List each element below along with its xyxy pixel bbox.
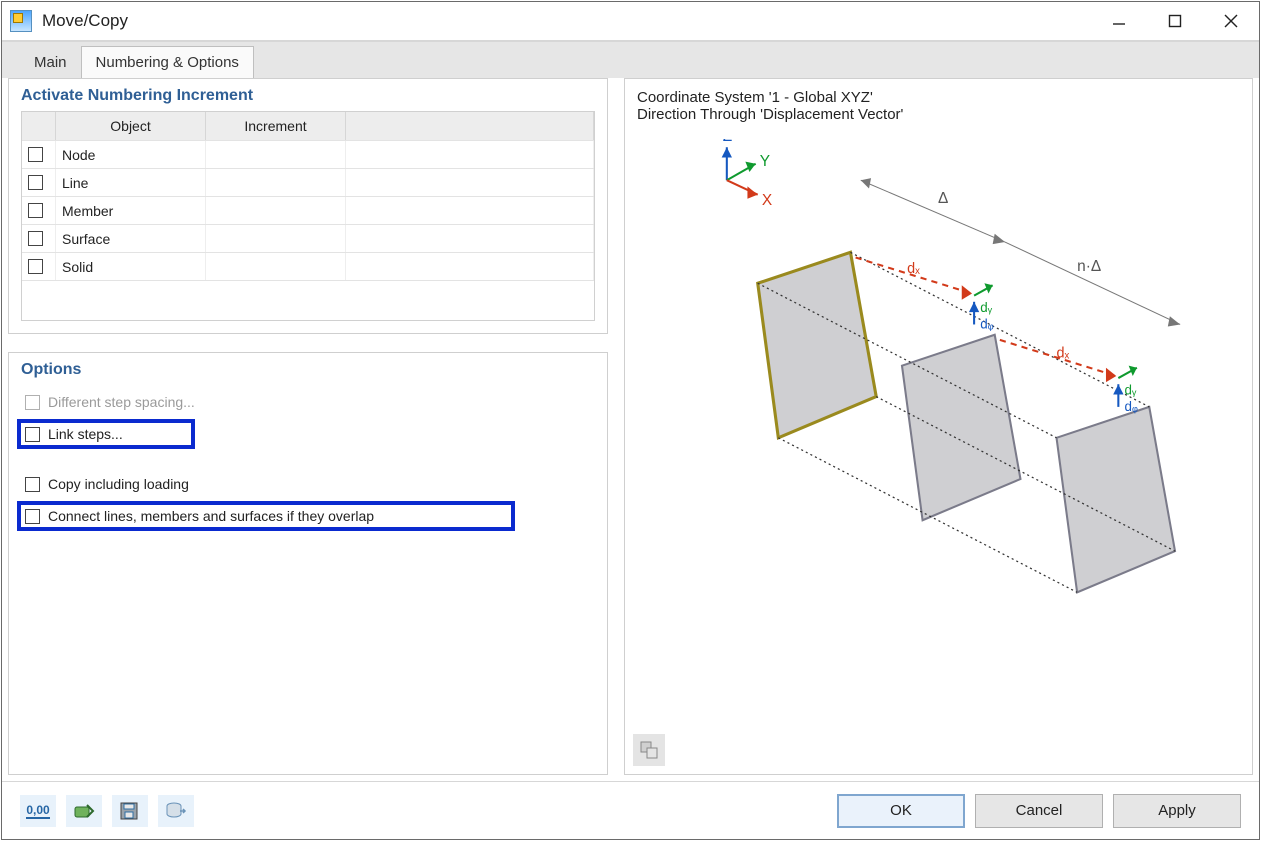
- grid-row-member: Member: [22, 196, 594, 224]
- checkbox-solid[interactable]: [28, 259, 43, 274]
- checkbox-different-step: [25, 395, 40, 410]
- cancel-button[interactable]: Cancel: [975, 794, 1103, 828]
- svg-text:n·Δ: n·Δ: [1077, 258, 1101, 275]
- grid-cell-member-inc[interactable]: [206, 197, 346, 224]
- left-column: Activate Numbering Increment Object Incr…: [8, 78, 608, 775]
- svg-text:Δ: Δ: [938, 190, 948, 207]
- close-icon: [1224, 14, 1238, 28]
- grid-cell-surface: Surface: [56, 225, 206, 252]
- option-link-steps[interactable]: Link steps...: [21, 423, 191, 445]
- close-button[interactable]: [1203, 2, 1259, 40]
- grid-cell-line: Line: [56, 169, 206, 196]
- checkbox-node[interactable]: [28, 147, 43, 162]
- grid-cell-solid: Solid: [56, 253, 206, 280]
- database-button[interactable]: [158, 795, 194, 827]
- window-controls: [1091, 2, 1259, 40]
- svg-text:X: X: [762, 192, 772, 209]
- grid-header-spacer: [346, 112, 594, 140]
- option-link-steps-label: Link steps...: [48, 426, 123, 442]
- grid-row-solid: Solid: [22, 252, 594, 280]
- preview-tool-button[interactable]: [633, 734, 665, 766]
- grid-cell-surface-inc[interactable]: [206, 225, 346, 252]
- option-different-step-label: Different step spacing...: [48, 394, 195, 410]
- minimize-icon: [1112, 14, 1126, 28]
- ok-button[interactable]: OK: [837, 794, 965, 828]
- svg-text:dᵧ: dᵧ: [980, 300, 992, 315]
- maximize-icon: [1168, 14, 1182, 28]
- save-button[interactable]: [112, 795, 148, 827]
- numbering-panel: Activate Numbering Increment Object Incr…: [8, 78, 608, 334]
- svg-text:Y: Y: [760, 153, 770, 170]
- import-icon: [73, 801, 95, 821]
- tab-row: Main Numbering & Options: [2, 42, 1259, 78]
- preview-diagram: Z Y X Δ n·Δ: [665, 139, 1242, 675]
- units-button[interactable]: 0,00: [20, 795, 56, 827]
- grid-cell-node-inc[interactable]: [206, 141, 346, 168]
- grid-header-row: Object Increment: [22, 112, 594, 140]
- svg-text:dᵩ: dᵩ: [1125, 399, 1138, 414]
- bottombar: 0,00 OK Cancel Apply: [2, 781, 1259, 839]
- grid-header-chk: [22, 112, 56, 140]
- preview-line2: Direction Through 'Displacement Vector': [637, 106, 1240, 123]
- option-different-step: Different step spacing...: [21, 391, 595, 413]
- minimize-button[interactable]: [1091, 2, 1147, 40]
- checkbox-surface[interactable]: [28, 231, 43, 246]
- checkbox-copy-loading[interactable]: [25, 477, 40, 492]
- checkbox-link-steps[interactable]: [25, 427, 40, 442]
- grid-header-increment: Increment: [206, 112, 346, 140]
- grid-cell-line-inc[interactable]: [206, 169, 346, 196]
- window-title: Move/Copy: [42, 11, 128, 31]
- svg-text:dᵩ: dᵩ: [980, 317, 993, 332]
- maximize-button[interactable]: [1147, 2, 1203, 40]
- checkbox-line[interactable]: [28, 175, 43, 190]
- numbering-panel-title: Activate Numbering Increment: [21, 87, 595, 105]
- grid-row-node: Node: [22, 140, 594, 168]
- grid-header-object: Object: [56, 112, 206, 140]
- units-icon: 0,00: [26, 803, 49, 819]
- grid-cell-solid-inc[interactable]: [206, 253, 346, 280]
- grid-row-line: Line: [22, 168, 594, 196]
- options-panel: Options Different step spacing... Link s…: [8, 352, 608, 775]
- svg-text:Z: Z: [723, 139, 732, 145]
- option-copy-loading[interactable]: Copy including loading: [21, 473, 595, 495]
- numbering-grid: Object Increment Node Line: [21, 111, 595, 321]
- grid-blank-row: [22, 280, 594, 320]
- preview-panel: Coordinate System '1 - Global XYZ' Direc…: [624, 78, 1253, 775]
- grid-cell-node: Node: [56, 141, 206, 168]
- checkbox-member[interactable]: [28, 203, 43, 218]
- option-copy-loading-label: Copy including loading: [48, 476, 189, 492]
- content-area: Activate Numbering Increment Object Incr…: [2, 78, 1259, 781]
- apply-button[interactable]: Apply: [1113, 794, 1241, 828]
- preview-line1: Coordinate System '1 - Global XYZ': [637, 89, 1240, 106]
- app-icon: [10, 10, 32, 32]
- options-panel-title: Options: [21, 361, 595, 379]
- options-list: Different step spacing... Link steps... …: [21, 385, 595, 527]
- svg-text:dₓ: dₓ: [907, 261, 920, 277]
- save-icon: [119, 801, 141, 821]
- titlebar: Move/Copy: [2, 2, 1259, 42]
- import-button[interactable]: [66, 795, 102, 827]
- option-connect-overlap-label: Connect lines, members and surfaces if t…: [48, 508, 374, 524]
- svg-text:dᵧ: dᵧ: [1125, 383, 1137, 398]
- grid-cell-member: Member: [56, 197, 206, 224]
- grid-row-surface: Surface: [22, 224, 594, 252]
- option-connect-overlap[interactable]: Connect lines, members and surfaces if t…: [21, 505, 511, 527]
- database-icon: [165, 801, 187, 821]
- move-copy-dialog: Move/Copy Main Numbering & Options Activ…: [1, 1, 1260, 840]
- svg-text:dₓ: dₓ: [1057, 345, 1070, 361]
- preview-tool-icon: [639, 740, 659, 760]
- tab-numbering-options[interactable]: Numbering & Options: [81, 46, 254, 78]
- checkbox-connect-overlap[interactable]: [25, 509, 40, 524]
- tab-main[interactable]: Main: [20, 47, 81, 78]
